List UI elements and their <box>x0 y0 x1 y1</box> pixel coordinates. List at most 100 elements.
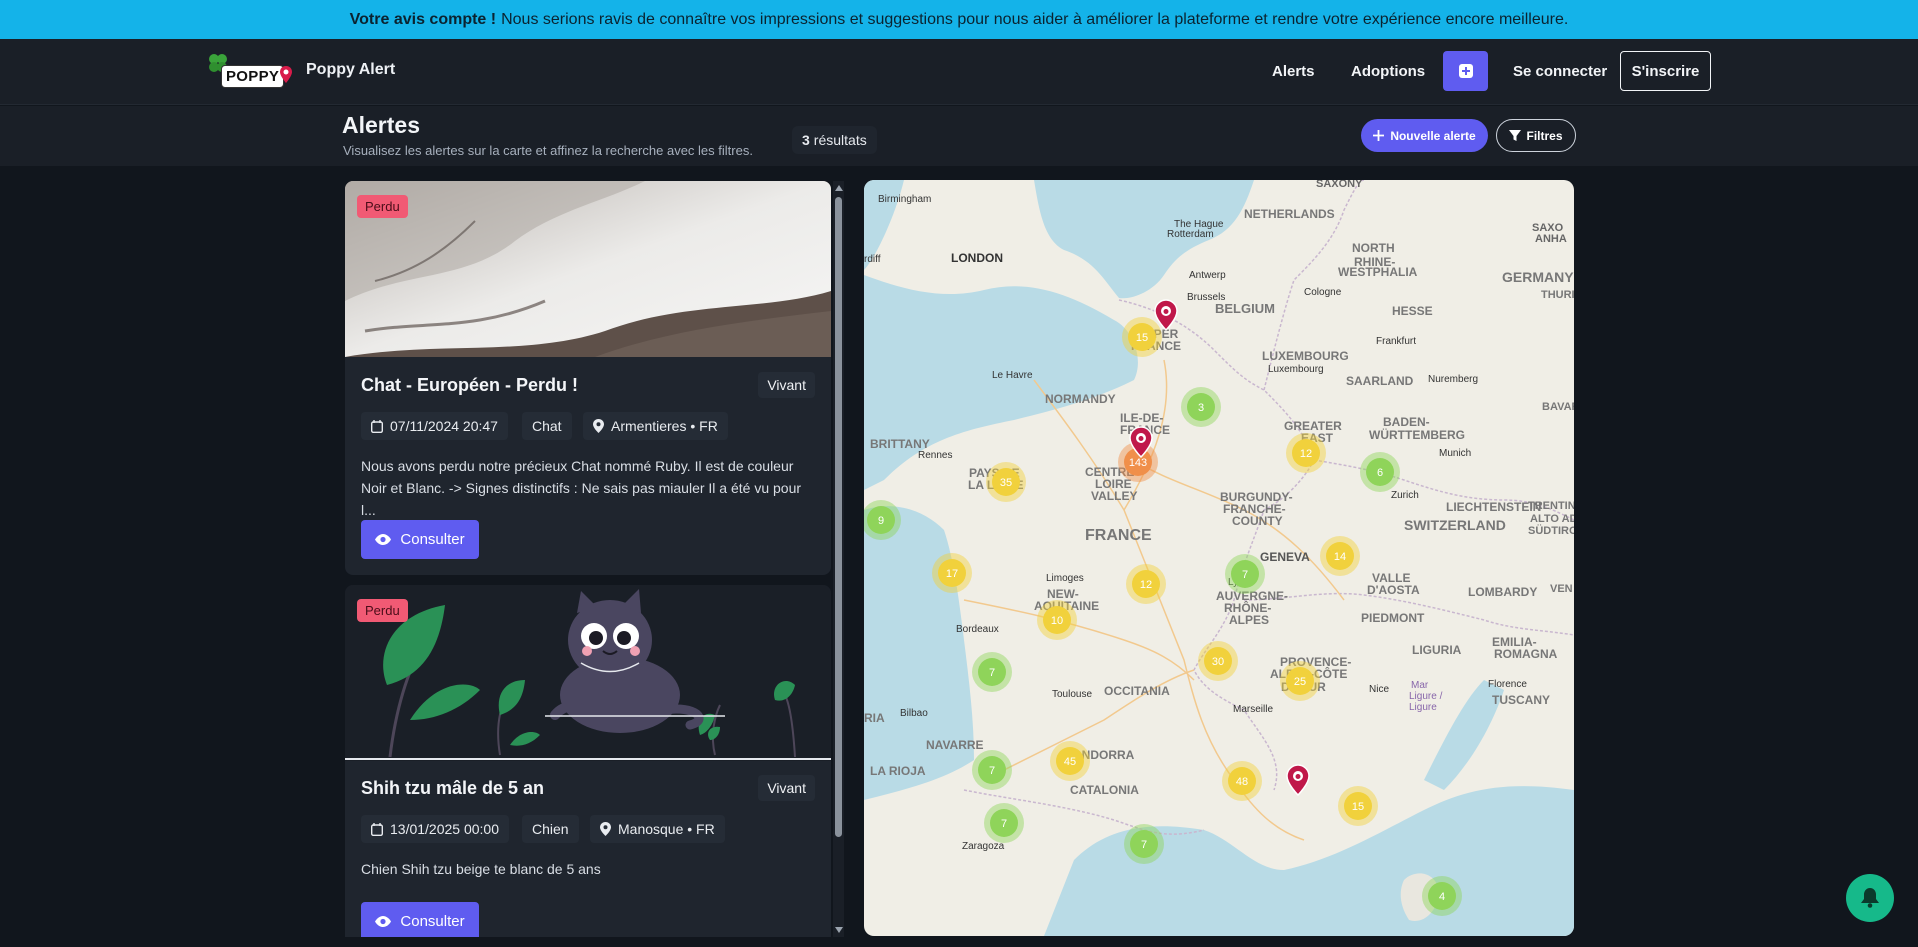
map-cluster[interactable]: 15 <box>1338 786 1378 826</box>
eye-icon <box>375 534 392 545</box>
scroll-thumb[interactable] <box>835 197 842 837</box>
map-cluster-count: 15 <box>1136 332 1148 344</box>
location-chip: Armentieres • FR <box>583 412 728 440</box>
page-subtitle: Visualisez les alertes sur la carte et a… <box>343 143 753 158</box>
logo[interactable]: POPPY <box>207 52 295 90</box>
map-cluster-count: 7 <box>1001 818 1007 830</box>
alert-date: 13/01/2025 00:00 <box>390 821 499 837</box>
map-cluster-count: 14 <box>1334 551 1346 563</box>
view-alert-label: Consulter <box>400 913 465 930</box>
alert-title[interactable]: Chat - Européen - Perdu ! <box>361 375 578 396</box>
map-cluster-count: 10 <box>1051 615 1063 627</box>
feedback-banner-text: Nous serions ravis de connaître vos impr… <box>501 10 1569 28</box>
map-clusters[interactable]: 15 3 143 35 12 6 9 17 12 7 14 10 30 25 7 7 45 48 7 7 15 4 <box>864 180 1574 936</box>
map-cluster-count: 6 <box>1377 467 1383 479</box>
map-cluster[interactable]: 10 <box>1037 600 1077 640</box>
add-alert-button[interactable] <box>1443 51 1488 91</box>
filters-button[interactable]: Filtres <box>1496 119 1576 152</box>
nav-link-alerts[interactable]: Alerts <box>1272 63 1315 80</box>
view-alert-label: Consulter <box>400 531 465 548</box>
alert-marker-icon[interactable] <box>1286 764 1310 797</box>
map-cluster[interactable]: 7 <box>984 803 1024 843</box>
cat-illustration <box>345 585 831 761</box>
navbar: POPPY Poppy Alert Alerts Adoptions Se co… <box>0 39 1918 105</box>
alert-card: Perdu Shih tzu mâle de 5 an Vivant 13/01… <box>345 585 831 937</box>
feedback-banner: Votre avis compte ! Nous serions ravis d… <box>0 0 1918 39</box>
list-scrollbar[interactable] <box>833 181 844 937</box>
brand-name[interactable]: Poppy Alert <box>306 61 395 79</box>
map-cluster-count: 35 <box>1000 477 1012 489</box>
map-cluster[interactable]: 3 <box>1181 387 1221 427</box>
map-cluster[interactable]: 25 <box>1280 661 1320 701</box>
map-cluster[interactable]: 45 <box>1050 741 1090 781</box>
map-cluster-count: 7 <box>989 765 995 777</box>
signup-button[interactable]: S'inscrire <box>1620 51 1711 91</box>
alert-description: Chien Shih tzu beige te blanc de 5 ans <box>361 861 601 877</box>
new-alert-button[interactable]: Nouvelle alerte <box>1361 119 1488 152</box>
map-cluster[interactable]: 7 <box>1225 554 1265 594</box>
map-cluster-count: 9 <box>878 515 884 527</box>
new-alert-label: Nouvelle alerte <box>1390 128 1476 143</box>
map-cluster[interactable]: 35 <box>986 462 1026 502</box>
cat-fur-photo <box>345 181 831 357</box>
results-count: 3 <box>802 132 810 148</box>
status-badge: Vivant <box>758 775 815 801</box>
map-cluster[interactable]: 7 <box>972 652 1012 692</box>
alert-photo[interactable]: Perdu <box>345 585 831 761</box>
status-badge: Vivant <box>758 372 815 398</box>
login-link[interactable]: Se connecter <box>1513 63 1607 80</box>
calendar-icon <box>371 419 383 433</box>
view-alert-button[interactable]: Consulter <box>361 520 479 559</box>
eye-icon <box>375 916 392 927</box>
view-alert-button[interactable]: Consulter <box>361 902 479 937</box>
page-title: Alertes <box>342 112 420 138</box>
map-cluster-count: 7 <box>1242 569 1248 581</box>
map-cluster[interactable]: 14 <box>1320 536 1360 576</box>
species-chip: Chat <box>522 412 572 440</box>
lost-badge: Perdu <box>357 599 408 622</box>
map-cluster[interactable]: 4 <box>1422 876 1462 916</box>
location-pin-icon <box>600 822 611 836</box>
map-cluster-count: 3 <box>1198 402 1204 414</box>
location-chip: Manosque • FR <box>590 815 725 843</box>
map-cluster[interactable]: 17 <box>932 553 972 593</box>
alerts-map[interactable]: Birmingham LONDON rdiff SAXONY SAXO ANHA The H… <box>864 180 1574 936</box>
map-cluster-count: 15 <box>1352 801 1364 813</box>
map-cluster-count: 7 <box>989 667 995 679</box>
map-cluster-count: 25 <box>1294 676 1306 688</box>
map-cluster[interactable]: 15 <box>1122 317 1162 357</box>
map-cluster-count: 143 <box>1129 457 1147 469</box>
scroll-up-arrow[interactable] <box>835 185 843 191</box>
map-cluster[interactable]: 7 <box>1124 824 1164 864</box>
lost-badge: Perdu <box>357 195 408 218</box>
map-cluster[interactable]: 48 <box>1222 761 1262 801</box>
filters-label: Filtres <box>1526 128 1563 143</box>
map-cluster[interactable]: 30 <box>1198 641 1238 681</box>
map-cluster[interactable]: 7 <box>972 750 1012 790</box>
plus-icon <box>1373 130 1385 141</box>
map-cluster-count: 7 <box>1141 839 1147 851</box>
map-cluster[interactable]: 12 <box>1126 564 1166 604</box>
alert-title[interactable]: Shih tzu mâle de 5 an <box>361 778 544 799</box>
notification-bell-button[interactable] <box>1846 874 1894 922</box>
map-cluster[interactable]: 9 <box>864 500 901 540</box>
map-cluster-count: 4 <box>1439 891 1445 903</box>
filter-icon <box>1509 129 1522 141</box>
species-chip: Chien <box>522 815 579 843</box>
page-header: Alertes Visualisez les alertes sur la ca… <box>0 106 1918 166</box>
alert-card: Perdu Chat - Européen - Perdu ! Vivant 0… <box>345 181 831 575</box>
map-cluster-count: 30 <box>1212 656 1224 668</box>
alert-location: Manosque • FR <box>618 821 715 837</box>
scroll-down-arrow[interactable] <box>835 927 843 933</box>
logo-text: POPPY <box>221 65 285 88</box>
alert-photo[interactable]: Perdu <box>345 181 831 357</box>
map-cluster-count: 12 <box>1140 579 1152 591</box>
alert-list[interactable]: Perdu Chat - Européen - Perdu ! Vivant 0… <box>345 181 831 937</box>
plus-square-icon <box>1458 64 1473 78</box>
map-cluster[interactable]: 12 <box>1286 433 1326 473</box>
map-pin-icon <box>280 66 292 83</box>
map-cluster[interactable]: 6 <box>1360 452 1400 492</box>
date-chip: 13/01/2025 00:00 <box>361 815 509 843</box>
nav-link-adoptions[interactable]: Adoptions <box>1351 63 1425 80</box>
alert-date: 07/11/2024 20:47 <box>390 418 498 434</box>
